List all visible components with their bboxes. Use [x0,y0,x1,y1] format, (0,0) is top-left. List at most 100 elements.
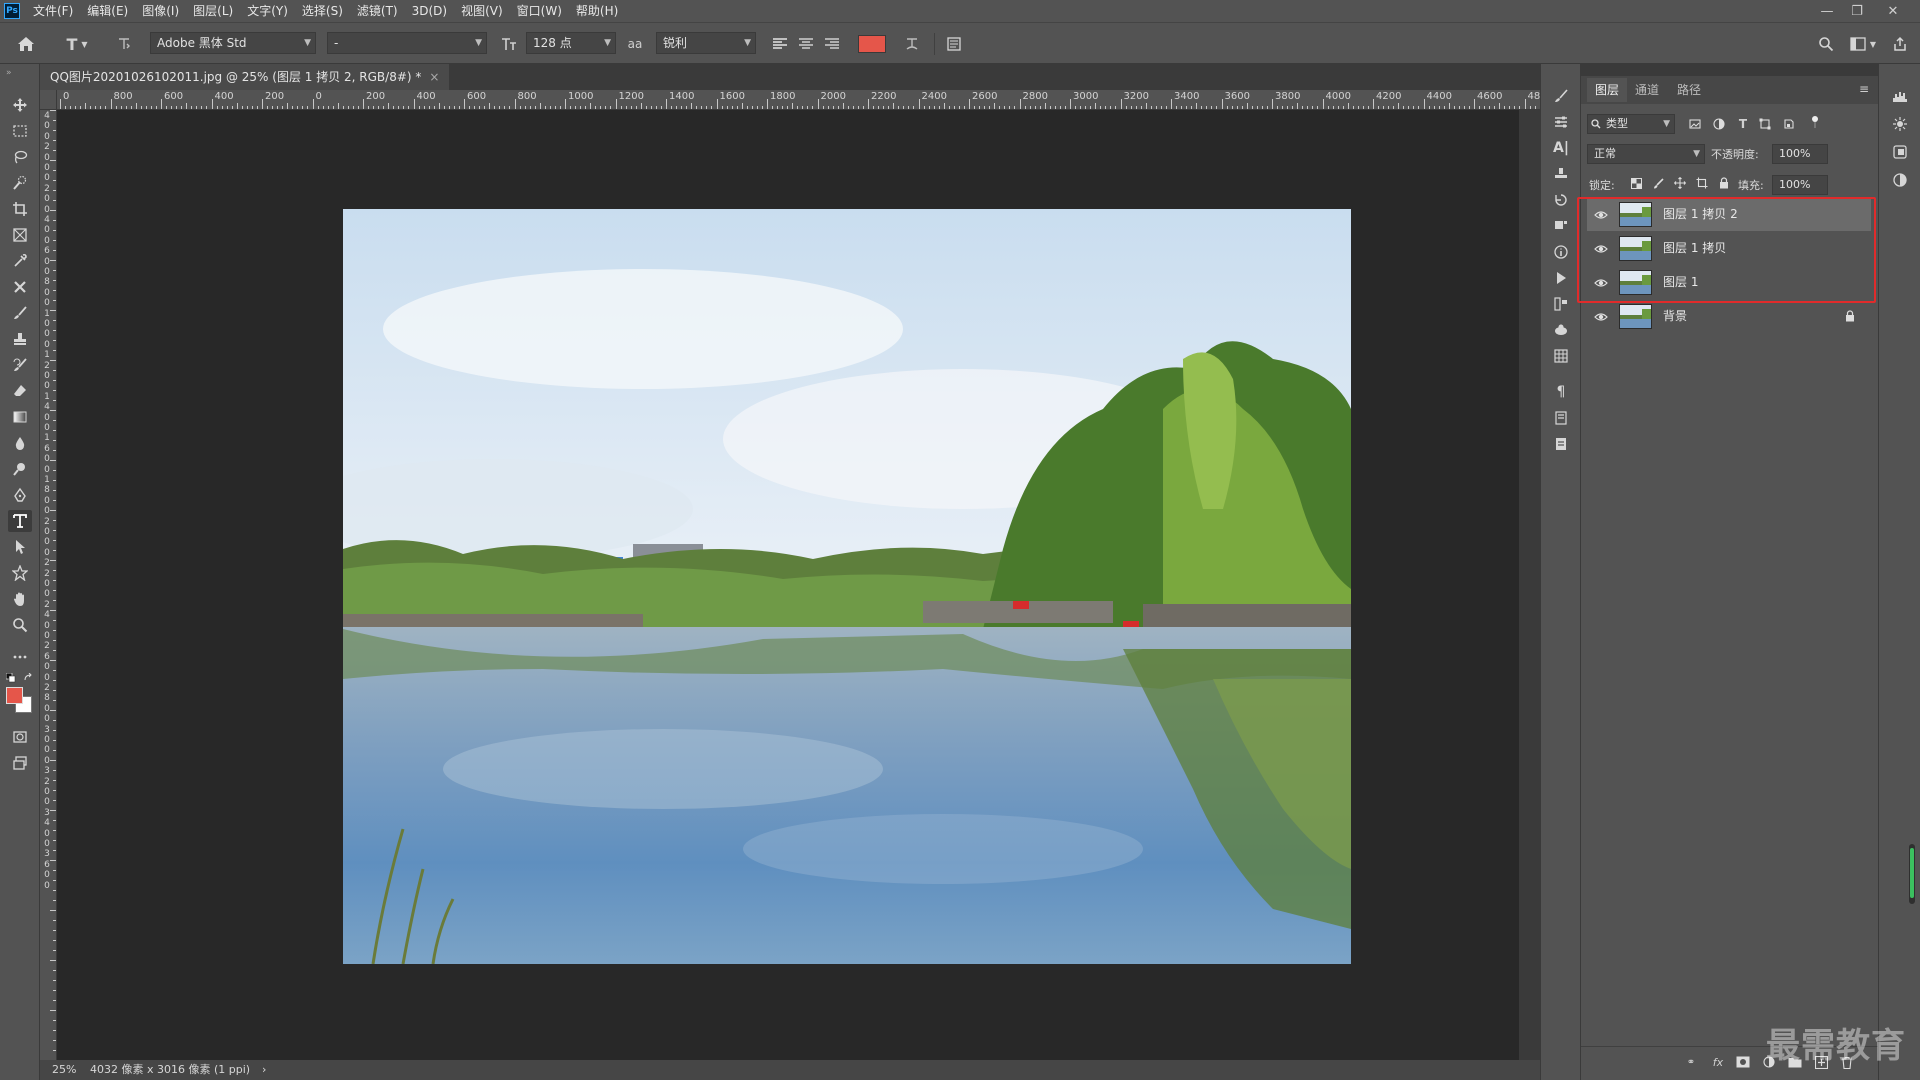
close-tab-icon[interactable]: × [429,70,439,84]
lock-position-icon[interactable] [1673,176,1687,190]
blend-mode-select[interactable]: 正常 ▼ [1587,144,1705,164]
link-layers-icon[interactable]: ⚭ [1681,1052,1701,1072]
color-icon[interactable] [1890,170,1910,190]
menu-layer[interactable]: 图层(L) [186,0,240,22]
libraries-icon[interactable] [1890,142,1910,162]
character-icon[interactable]: A| [1551,138,1571,158]
search-icon[interactable] [1814,33,1838,55]
visibility-eye-icon[interactable] [1594,310,1608,324]
align-center-icon[interactable] [796,34,816,54]
eyedropper-tool-icon[interactable] [8,250,32,272]
gradient-tool-icon[interactable] [8,406,32,428]
filter-adjustment-icon[interactable] [1711,116,1727,132]
paragraph-styles-icon[interactable] [1551,408,1571,428]
opacity-input[interactable]: 100%▼ [1772,144,1828,164]
text-color-swatch[interactable] [858,35,886,53]
zoom-tool-icon[interactable] [8,614,32,636]
menu-type[interactable]: 文字(Y) [240,0,295,22]
type-tool-preset-icon[interactable]: T ▼ [60,33,94,55]
menu-help[interactable]: 帮助(H) [569,0,625,22]
3d-icon[interactable] [1551,320,1571,340]
tab-channels[interactable]: 通道 [1627,78,1667,102]
home-icon[interactable] [14,33,38,55]
custom-shape-tool-icon[interactable] [8,562,32,584]
workspace-icon[interactable]: ▼ [1846,33,1880,55]
font-size-select[interactable]: 128 点 ▼ [526,32,616,54]
filter-shape-icon[interactable] [1757,116,1773,132]
menu-window[interactable]: 窗口(W) [510,0,569,22]
align-right-icon[interactable] [822,34,842,54]
menu-select[interactable]: 选择(S) [295,0,350,22]
glyphs-icon[interactable] [1551,216,1571,236]
brush-settings-icon[interactable] [1551,86,1571,106]
dodge-tool-icon[interactable] [8,458,32,480]
close-icon[interactable]: ✕ [1876,0,1910,22]
tab-paths[interactable]: 路径 [1669,78,1709,102]
lock-all-icon[interactable] [1717,176,1731,190]
canvas-area[interactable] [57,110,1519,1060]
more-tools-icon[interactable] [8,646,32,668]
lock-artboard-icon[interactable] [1695,176,1709,190]
history-brush-tool-icon[interactable] [8,354,32,376]
panel-menu-icon[interactable]: ≡ [1859,82,1869,96]
filter-toggle-icon[interactable] [1807,114,1823,130]
default-colors-icon[interactable] [5,672,16,683]
filter-pixel-icon[interactable] [1687,116,1703,132]
menu-edit[interactable]: 编辑(E) [80,0,135,22]
filter-smart-object-icon[interactable] [1781,116,1797,132]
history-icon[interactable] [1551,190,1571,210]
marquee-tool-icon[interactable] [8,120,32,142]
screen-mode-icon[interactable] [8,752,32,774]
zoom-level[interactable]: 25% [52,1060,76,1080]
actions-play-icon[interactable] [1551,268,1571,288]
info-icon[interactable] [1551,242,1571,262]
menu-view[interactable]: 视图(V) [454,0,510,22]
clone-source-icon[interactable] [1551,164,1571,184]
path-selection-tool-icon[interactable] [8,536,32,558]
add-style-icon[interactable]: fx [1708,1052,1728,1072]
notes-icon[interactable] [1551,434,1571,454]
paragraph-icon[interactable]: ¶ [1551,382,1571,402]
table-icon[interactable] [1551,346,1571,366]
blur-tool-icon[interactable] [8,432,32,454]
warp-text-icon[interactable] [900,33,924,55]
frame-tool-icon[interactable] [8,224,32,246]
menu-file[interactable]: 文件(F) [26,0,80,22]
restore-icon[interactable]: ❐ [1840,0,1874,22]
text-orientation-icon[interactable] [112,33,136,55]
filter-type-icon[interactable]: T [1735,116,1751,132]
adjustments-icon[interactable] [1551,112,1571,132]
ruler-origin[interactable] [40,90,57,110]
quick-mask-icon[interactable] [8,726,32,748]
pen-tool-icon[interactable] [8,484,32,506]
fill-input[interactable]: 100%▼ [1772,175,1828,195]
clone-stamp-tool-icon[interactable] [8,328,32,350]
type-tool-icon[interactable] [8,510,32,532]
document-tab[interactable]: QQ图片20201026102011.jpg @ 25% (图层 1 拷贝 2,… [40,64,450,90]
healing-brush-tool-icon[interactable] [8,276,32,298]
menu-image[interactable]: 图像(I) [135,0,186,22]
menu-3d[interactable]: 3D(D) [405,0,454,22]
paths-icon[interactable] [1551,294,1571,314]
side-scroll-track[interactable] [1909,844,1915,904]
move-tool-icon[interactable] [8,94,32,116]
menu-filter[interactable]: 滤镜(T) [350,0,405,22]
tab-layers[interactable]: 图层 [1587,78,1628,102]
align-left-icon[interactable] [770,34,790,54]
add-mask-icon[interactable] [1733,1052,1753,1072]
antialias-select[interactable]: 锐利 ▼ [656,32,756,54]
quick-selection-tool-icon[interactable] [8,172,32,194]
font-style-select[interactable]: - ▼ [327,32,487,54]
layer-lock-icon[interactable] [1845,310,1855,325]
hand-tool-icon[interactable] [8,588,32,610]
collapse-tools-icon[interactable]: » [6,68,12,78]
character-panel-icon[interactable] [942,33,966,55]
eraser-tool-icon[interactable] [8,380,32,402]
navigator-icon[interactable] [1890,114,1910,134]
swap-colors-icon[interactable] [24,672,34,682]
layer-row[interactable]: 背景 [1587,300,1871,333]
share-icon[interactable] [1888,33,1912,55]
lock-pixels-icon[interactable] [1651,176,1665,190]
canvas-scrollbar[interactable] [1519,110,1540,1060]
foreground-color-swatch[interactable] [6,687,23,704]
